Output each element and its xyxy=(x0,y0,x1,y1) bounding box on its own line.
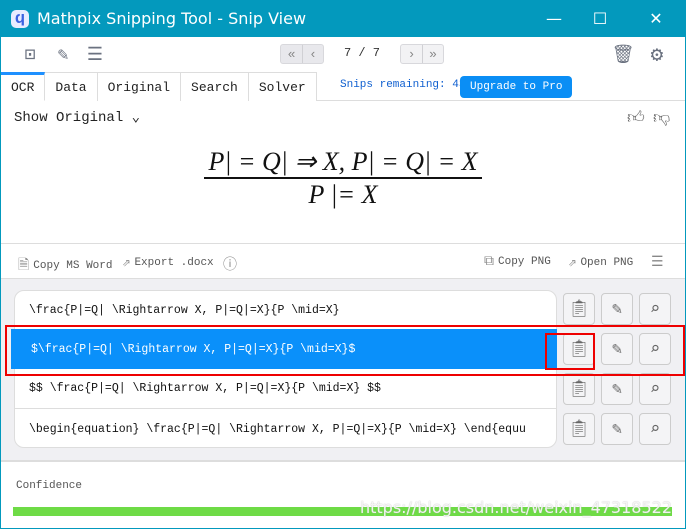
tab-solver[interactable]: Solver xyxy=(248,72,317,101)
row-actions: 📋︎ ✎ ⌕ xyxy=(563,373,671,405)
copy-ms-word-button[interactable]: 🗎 Copy MS Word xyxy=(18,254,112,278)
list-icon[interactable]: ☰ xyxy=(84,44,106,66)
search-icon[interactable]: ⌕ xyxy=(639,373,671,405)
row-actions: 📋︎ ✎ ⌕ xyxy=(563,413,671,445)
open-png-button[interactable]: ⇗ Open PNG xyxy=(568,254,633,271)
upgrade-button[interactable]: Upgrade to Pro xyxy=(460,76,573,98)
thumbs-up-icon[interactable]: 👍︎ xyxy=(627,107,645,129)
copy-png-button[interactable]: ⧉ Copy PNG xyxy=(484,254,551,270)
next-nav: ›» xyxy=(400,44,444,64)
copy-icon: ⧉ xyxy=(484,254,494,270)
equation-denominator: P |= X xyxy=(308,180,378,209)
export-docx-button[interactable]: ⇗ Export .docx xyxy=(122,254,214,271)
trash-icon[interactable]: 🗑 xyxy=(612,44,635,66)
gear-icon[interactable]: ⚙ xyxy=(646,44,668,68)
edit-icon[interactable]: ✎ xyxy=(601,413,633,445)
tab-search[interactable]: Search xyxy=(181,72,249,101)
copy-ms-word-label: Copy MS Word xyxy=(33,260,113,272)
prev-button[interactable]: ‹ xyxy=(302,45,323,63)
highlight-box-copy xyxy=(545,333,595,370)
chevron-down-icon: ⌄ xyxy=(131,110,141,126)
first-button[interactable]: « xyxy=(281,45,302,63)
show-original-dropdown[interactable]: Show Original ⌄ xyxy=(14,109,140,126)
mathpix-logo-icon: Ϥ xyxy=(11,9,29,28)
copy-clipboard-icon[interactable]: 📋︎ xyxy=(563,373,595,405)
snip-icon[interactable]: ⊡ xyxy=(19,44,41,66)
word-icon: 🗎 xyxy=(18,258,30,274)
title-bar: Ϥ Mathpix Snipping Tool - Snip View — ☐ … xyxy=(1,0,685,37)
confidence-label: Confidence xyxy=(16,480,83,492)
export-icon: ⇗ xyxy=(122,255,131,271)
page-indicator: 7 / 7 xyxy=(344,46,381,60)
help-icon[interactable]: ⓘ xyxy=(223,254,237,274)
settings-sliders-icon[interactable]: ☰ xyxy=(651,254,664,271)
last-button[interactable]: » xyxy=(422,45,443,63)
tab-original[interactable]: Original xyxy=(97,72,182,101)
search-icon[interactable]: ⌕ xyxy=(639,293,671,325)
rendered-equation: P| = Q| ⇒ X, P| = Q| = X P |= X xyxy=(1,147,685,211)
tab-ocr[interactable]: OCR xyxy=(1,72,46,101)
tab-bar: OCR Data Original Search Solver Snips re… xyxy=(1,72,685,101)
close-button[interactable]: ✕ xyxy=(633,0,679,37)
search-icon[interactable]: ⌕ xyxy=(639,413,671,445)
tab-data[interactable]: Data xyxy=(45,72,98,101)
equation-numerator: P| = Q| ⇒ X, P| = Q| = X xyxy=(204,147,482,179)
edit-icon[interactable]: ✎ xyxy=(52,44,74,66)
edit-icon[interactable]: ✎ xyxy=(601,293,633,325)
snips-remaining: Snips remaining: 43 xyxy=(340,79,466,91)
watermark: https://blog.csdn.net/weixin_47318522 xyxy=(359,498,672,517)
show-original-label: Show Original xyxy=(14,110,124,126)
prev-nav: «‹ xyxy=(280,44,324,64)
open-icon: ⇗ xyxy=(568,255,577,271)
toolbar: ⊡ ✎ ☰ «‹ 7 / 7 ›» 🗑 ⚙ xyxy=(1,37,685,72)
copy-png-label: Copy PNG xyxy=(498,256,551,268)
thumbs-down-icon[interactable]: 👎︎ xyxy=(653,107,670,129)
copy-clipboard-icon[interactable]: 📋︎ xyxy=(563,413,595,445)
copy-clipboard-icon[interactable]: 📋︎ xyxy=(563,293,595,325)
action-bar: 🗎 Copy MS Word ⇗ Export .docx ⓘ ⧉ Copy PNG … xyxy=(1,244,685,279)
preview-pane: Show Original ⌄ 👍︎ 👎︎ P| = Q| ⇒ X, P| = … xyxy=(1,101,685,244)
row-actions: 📋︎ ✎ ⌕ xyxy=(563,293,671,325)
minimize-button[interactable]: — xyxy=(531,0,577,37)
open-png-label: Open PNG xyxy=(580,256,634,269)
window-title: Mathpix Snipping Tool - Snip View xyxy=(37,9,307,28)
maximize-button[interactable]: ☐ xyxy=(577,0,623,37)
edit-icon[interactable]: ✎ xyxy=(601,373,633,405)
next-button[interactable]: › xyxy=(401,45,422,63)
result-row[interactable]: \begin{equation} \frac{P|=Q| \Rightarrow… xyxy=(15,409,556,449)
export-docx-label: Export .docx xyxy=(134,256,214,269)
